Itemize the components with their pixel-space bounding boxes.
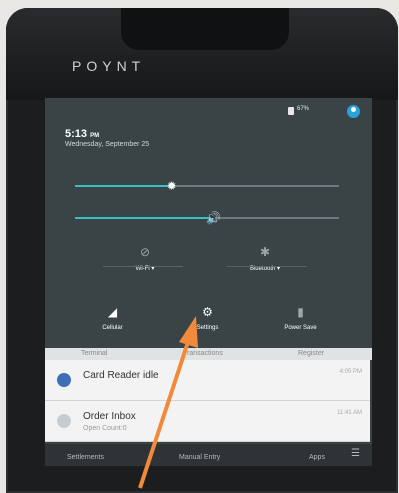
arrow-head xyxy=(179,316,198,348)
arrow-shaft xyxy=(138,335,192,489)
pointer-arrow-annotation xyxy=(138,316,198,489)
